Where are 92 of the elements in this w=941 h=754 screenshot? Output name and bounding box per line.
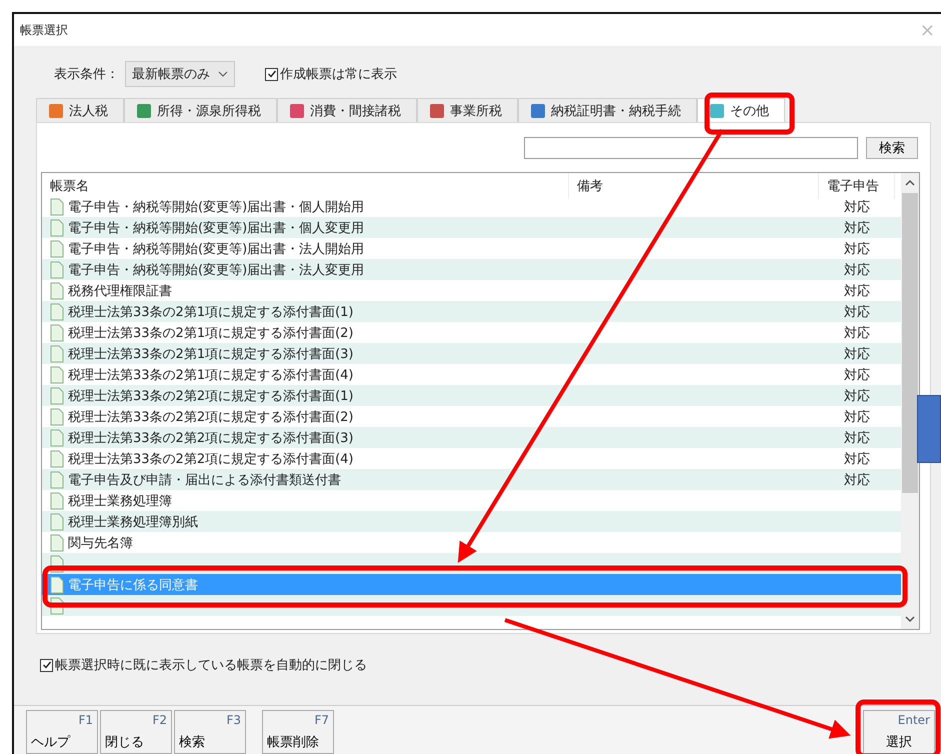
document-icon xyxy=(50,344,64,362)
table-row[interactable]: 電子申告及び申請・届出による添付書類送付書 対応 xyxy=(42,469,901,490)
form-name: 電子申告に係る同意書 xyxy=(68,576,198,594)
document-icon xyxy=(50,240,64,258)
tab[interactable]: 法人税 xyxy=(36,98,124,123)
form-name: 税理士法第33条の2第1項に規定する添付書面(3) xyxy=(68,346,354,362)
tab[interactable]: 納税証明書・納税手続 xyxy=(518,98,697,123)
document-icon xyxy=(50,512,64,530)
window-title: 帳票選択 xyxy=(20,22,68,38)
form-name: 税理士業務処理簿 xyxy=(68,492,172,510)
form-name: 電子申告及び申請・届出による添付書類送付書 xyxy=(68,472,341,488)
table-row[interactable]: 税理士法第33条の2第1項に規定する添付書面(2) 対応 xyxy=(42,322,901,343)
table-row[interactable]: 電子申告・納税等開始(変更等)届出書・個人変更用 対応 xyxy=(42,217,901,238)
function-key-button[interactable]: F3 検索 xyxy=(174,710,246,754)
document-icon xyxy=(50,470,64,488)
document-icon xyxy=(50,218,64,236)
form-name: 電子申告・納税等開始(変更等)届出書・個人変更用 xyxy=(68,220,364,236)
table-row[interactable]: 税理士法第33条の2第2項に規定する添付書面(4) 対応 xyxy=(42,448,901,469)
efile-cell: 対応 xyxy=(844,326,870,340)
form-name: 税理士法第33条の2第1項に規定する添付書面(2) xyxy=(68,324,354,342)
table-row[interactable]: 税理士法第33条の2第1項に規定する添付書面(4) 対応 xyxy=(42,364,901,385)
document-icon xyxy=(50,408,64,426)
document-icon xyxy=(50,534,64,552)
document-icon xyxy=(50,366,64,384)
form-name: 電子申告・納税等開始(変更等)届出書・法人変更用 xyxy=(68,262,364,278)
form-name: 税理士法第33条の2第2項に規定する添付書面(1) xyxy=(68,388,354,404)
function-key-button[interactable]: F2 閉じる xyxy=(100,710,172,754)
table-row[interactable]: 税理士法第33条の2第2項に規定する添付書面(3) 対応 xyxy=(42,427,901,448)
table-row[interactable]: 税理士法第33条の2第2項に規定する添付書面(2) 対応 xyxy=(42,406,901,427)
form-name: 電子申告・納税等開始(変更等)届出書・法人開始用 xyxy=(68,240,364,258)
document-icon xyxy=(50,492,64,510)
table-row[interactable]: 税理士業務処理簿 xyxy=(42,490,901,511)
scrollbar[interactable] xyxy=(901,173,919,629)
tab[interactable]: その他 xyxy=(697,98,785,123)
checkbox-label: 帳票選択時に既に表示している帳票を自動的に閉じる xyxy=(55,657,367,674)
table-row[interactable]: 税理士法第33条の2第1項に規定する添付書面(1) 対応 xyxy=(42,301,901,322)
document-icon xyxy=(50,260,64,278)
form-name: 電子申告・納税等開始(変更等)届出書・個人開始用 xyxy=(68,198,364,216)
checkbox[interactable] xyxy=(40,658,53,672)
form-name: 税理士業務処理簿別紙 xyxy=(68,514,198,530)
efile-cell: 対応 xyxy=(844,304,870,320)
efile-cell: 対応 xyxy=(844,200,870,214)
efile-cell: 対応 xyxy=(844,284,870,298)
efile-cell: 対応 xyxy=(844,368,870,382)
function-key-button[interactable]: F7 帳票削除 xyxy=(262,710,334,754)
efile-cell: 対応 xyxy=(844,430,870,446)
table-row[interactable]: 税理士法第33条の2第1項に規定する添付書面(3) 対応 xyxy=(42,343,901,364)
table-row[interactable]: 電子申告・納税等開始(変更等)届出書・法人開始用 対応 xyxy=(42,238,901,259)
filter-dropdown[interactable]: 最新帳票のみ xyxy=(125,61,235,87)
efile-cell: 対応 xyxy=(844,452,870,466)
column-header[interactable]: 電子申告 xyxy=(819,173,895,199)
table-row[interactable]: 税理士法第33条の2第2項に規定する添付書面(1) 対応 xyxy=(42,385,901,406)
form-name: 税理士法第33条の2第1項に規定する添付書面(4) xyxy=(68,366,354,384)
form-name: 税理士法第33条の2第2項に規定する添付書面(4) xyxy=(68,450,354,468)
tab[interactable]: 所得・源泉所得税 xyxy=(124,98,277,123)
document-icon xyxy=(50,282,64,300)
function-key-button[interactable]: F1 ヘルプ xyxy=(26,710,98,754)
table-row[interactable]: 税理士業務処理簿別紙 xyxy=(42,511,901,532)
document-icon xyxy=(50,324,64,342)
form-name: 税理士法第33条の2第2項に規定する添付書面(3) xyxy=(68,430,354,446)
column-header[interactable]: 備考 xyxy=(569,173,819,199)
checkbox[interactable] xyxy=(265,68,278,80)
filter-label: 表示条件： xyxy=(54,66,119,83)
form-name: 税務代理権限証書 xyxy=(68,282,172,300)
tab[interactable]: 事業所税 xyxy=(417,98,518,123)
table-row[interactable]: 税務代理権限証書 対応 xyxy=(42,280,901,301)
efile-cell: 対応 xyxy=(844,410,870,424)
table-row[interactable]: 関与先名簿 xyxy=(42,532,901,553)
efile-cell: 対応 xyxy=(844,242,870,256)
function-key-button[interactable]: Enter 選択 xyxy=(863,710,935,754)
form-name: 税理士法第33条の2第2項に規定する添付書面(2) xyxy=(68,408,354,426)
document-icon xyxy=(50,198,64,216)
tab[interactable]: 消費・間接諸税 xyxy=(277,98,417,123)
checkbox-label: 作成帳票は常に表示 xyxy=(280,66,397,83)
efile-cell: 対応 xyxy=(844,262,870,278)
chevron-down-icon xyxy=(218,71,228,77)
document-icon xyxy=(50,428,64,446)
efile-cell: 対応 xyxy=(844,472,870,488)
form-name: 関与先名簿 xyxy=(68,534,133,552)
document-icon xyxy=(50,302,64,320)
document-icon xyxy=(50,386,64,404)
table-row[interactable]: 電子申告・納税等開始(変更等)届出書・法人変更用 対応 xyxy=(42,259,901,280)
side-panel xyxy=(917,395,941,463)
table-row[interactable]: 電子申告・納税等開始(変更等)届出書・個人開始用 対応 xyxy=(42,196,901,217)
document-icon xyxy=(50,450,64,468)
search-field[interactable] xyxy=(524,137,858,159)
search-button[interactable]: 検索 xyxy=(866,137,918,159)
efile-cell: 対応 xyxy=(844,220,870,236)
efile-cell: 対応 xyxy=(844,346,870,362)
document-icon xyxy=(50,576,64,594)
efile-cell: 対応 xyxy=(844,388,870,404)
form-name: 税理士法第33条の2第1項に規定する添付書面(1) xyxy=(68,304,354,320)
